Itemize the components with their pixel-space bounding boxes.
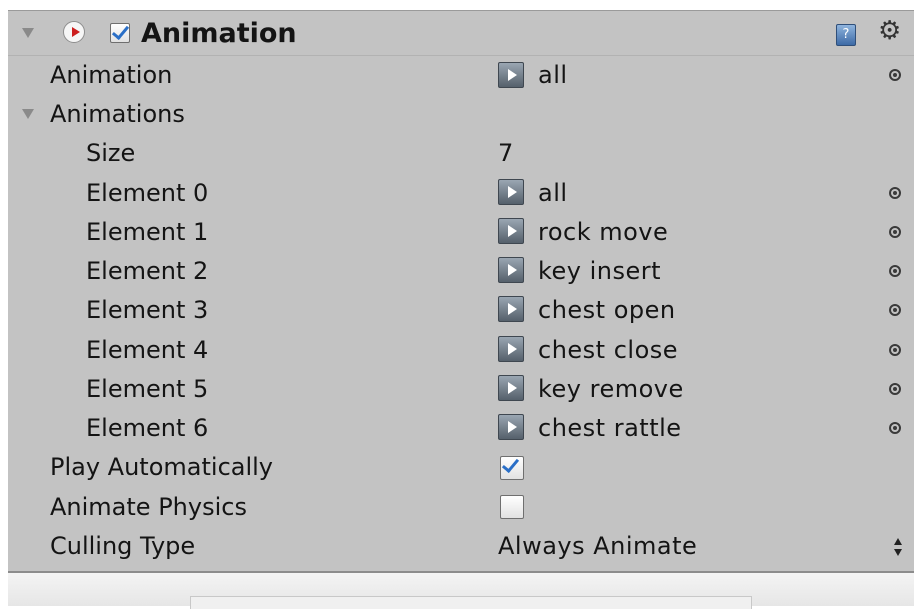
animation-clip-icon [498,375,524,401]
animation-clip-icon [498,257,524,283]
gear-icon[interactable]: ⚙ [878,17,901,45]
add-component-area [190,596,752,609]
element-6-label: Element 6 [86,414,209,442]
help-book-icon[interactable]: ? [836,24,856,46]
dropdown-updown-arrow-icon[interactable] [894,538,904,558]
animation-clip-icon [498,336,524,362]
element-1-value[interactable]: rock move [538,217,668,247]
object-picker-icon[interactable] [889,304,901,316]
animate-physics-label: Animate Physics [50,493,247,521]
element-3-label: Element 3 [86,296,209,324]
animate-physics-checkbox[interactable] [500,495,524,519]
animation-component-icon [63,21,85,43]
play-automatically-label: Play Automatically [50,453,274,481]
component-enabled-checkbox[interactable] [110,23,130,43]
animation-clip-icon [498,296,524,322]
element-5-label: Element 5 [86,375,209,403]
object-picker-icon[interactable] [889,265,901,277]
object-picker-icon[interactable] [889,187,901,199]
component-header[interactable]: Animation ? ⚙ [8,11,914,56]
element-4-value[interactable]: chest close [538,335,678,365]
object-picker-icon[interactable] [889,69,901,81]
element-2-value[interactable]: key insert [538,256,661,286]
element-0-label: Element 0 [86,179,209,207]
component-title: Animation [141,18,297,49]
foldout-arrow-icon[interactable] [22,28,34,38]
element-2-label: Element 2 [86,257,209,285]
animation-component-panel: Animation ? ⚙ Animation all Animations S… [8,10,914,573]
culling-type-dropdown[interactable]: Always Animate [498,531,697,561]
element-5-value[interactable]: key remove [538,374,684,404]
size-label: Size [86,139,136,167]
animations-label[interactable]: Animations [50,99,185,129]
animation-clip-icon [498,179,524,205]
element-1-label: Element 1 [86,218,209,246]
animations-foldout-arrow-icon[interactable] [22,109,34,119]
animation-label: Animation [50,61,173,89]
animation-clip-icon [498,218,524,244]
element-0-value[interactable]: all [538,178,568,208]
play-automatically-checkbox[interactable] [500,456,524,480]
object-picker-icon[interactable] [889,226,901,238]
culling-type-label: Culling Type [50,532,196,560]
animation-clip-icon [498,414,524,440]
size-value[interactable]: 7 [498,138,514,168]
element-3-value[interactable]: chest open [538,295,676,325]
element-6-value[interactable]: chest rattle [538,413,682,443]
animation-clip-icon [498,62,524,88]
object-picker-icon[interactable] [889,383,901,395]
element-4-label: Element 4 [86,336,209,364]
animation-value[interactable]: all [538,60,568,90]
object-picker-icon[interactable] [889,422,901,434]
object-picker-icon[interactable] [889,344,901,356]
